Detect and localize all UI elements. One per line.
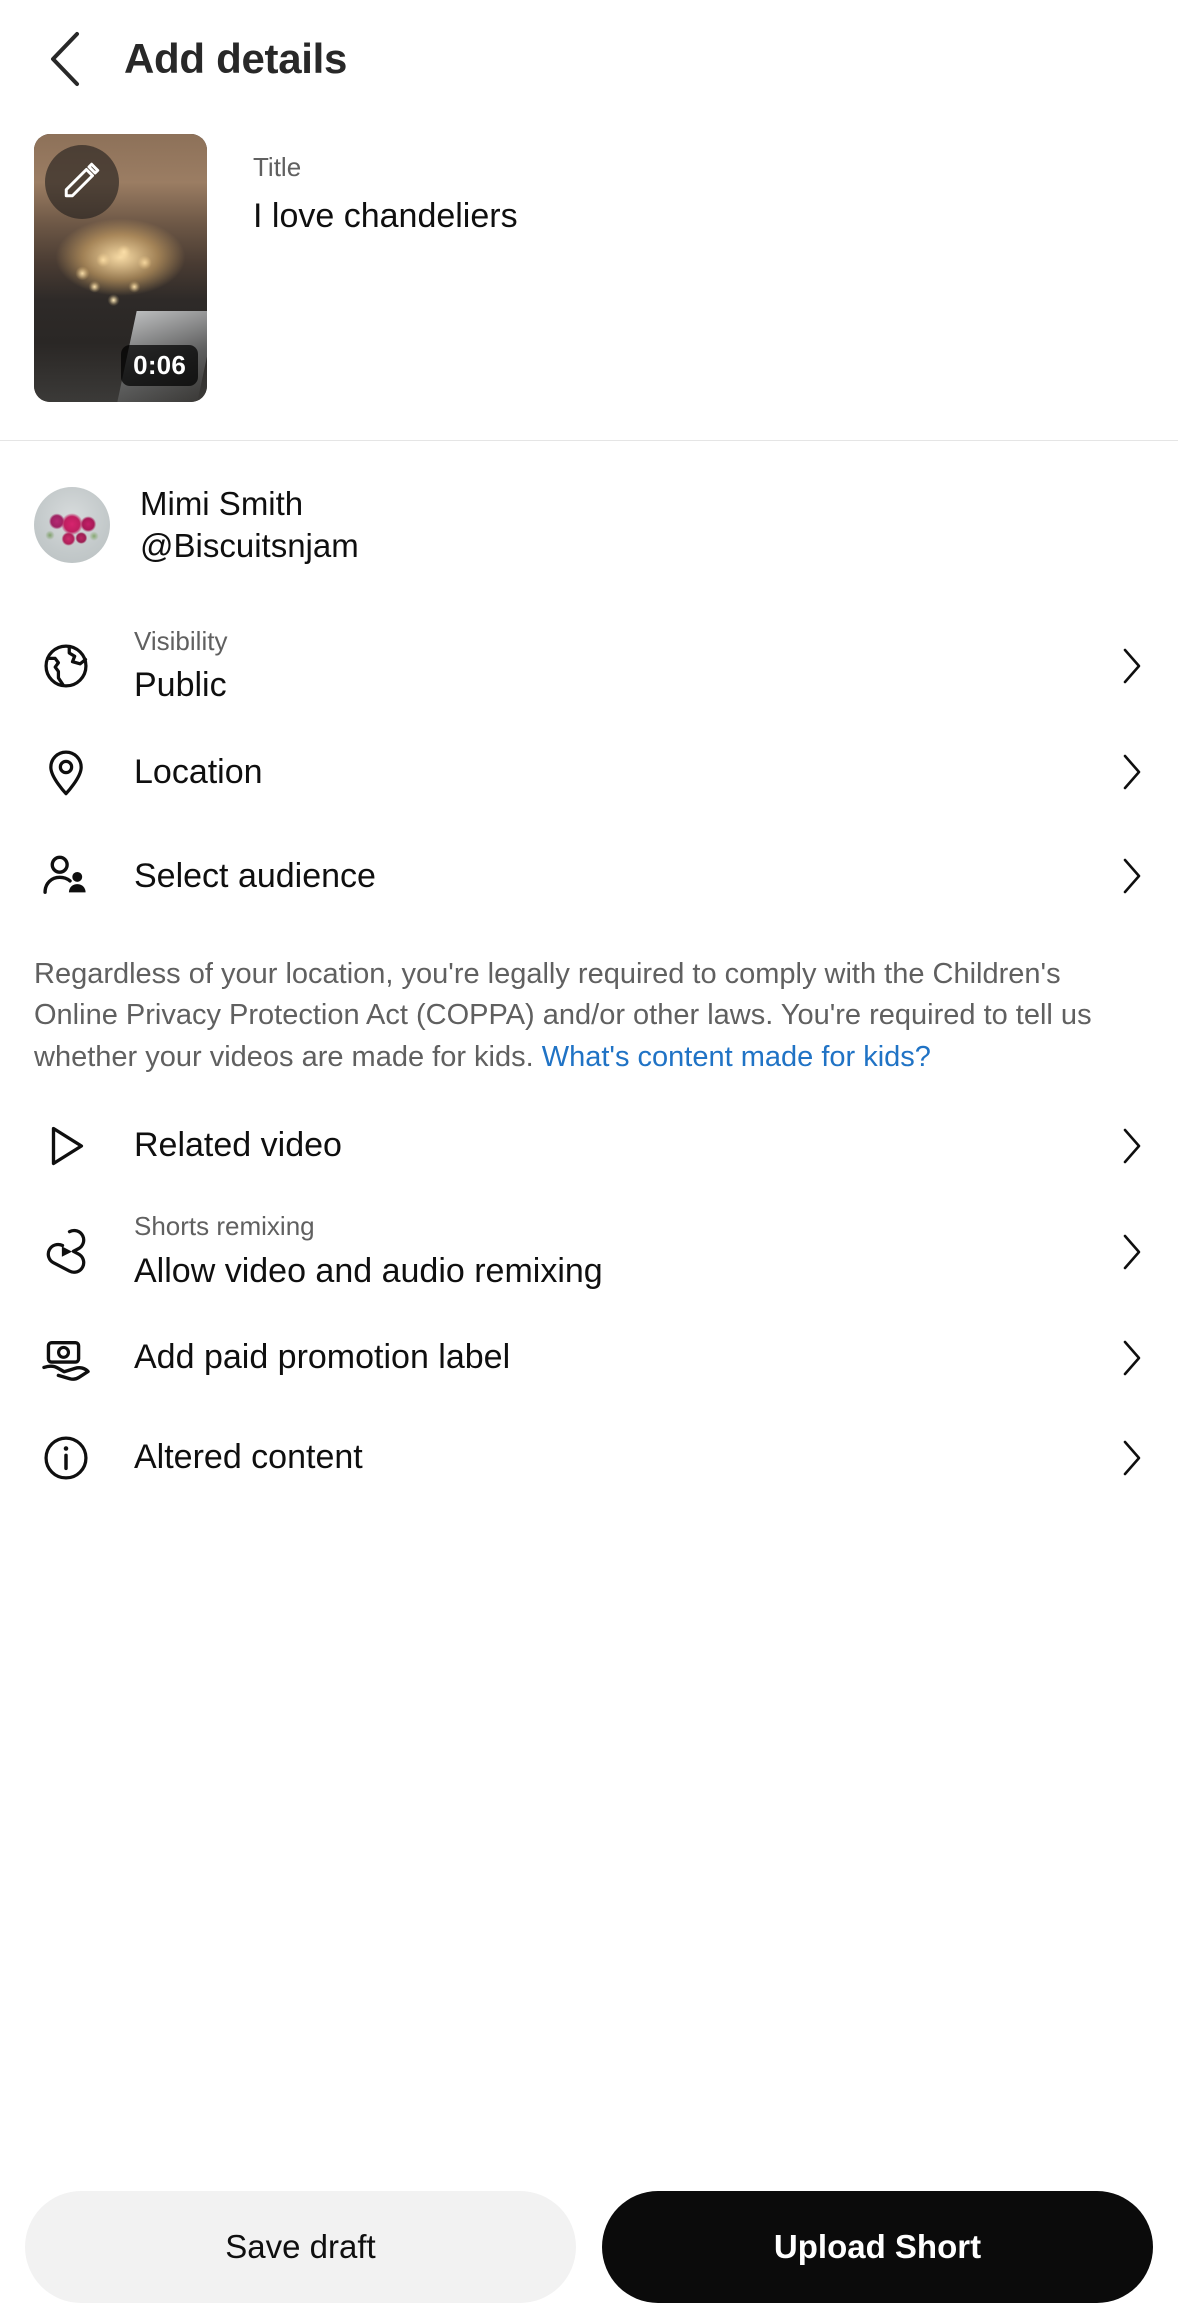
channel-row[interactable]: Mimi Smith @Biscuitsnjam	[0, 441, 1178, 566]
video-details-section: 0:06 Title I love chandeliers	[0, 118, 1178, 402]
option-body: Shorts remixing Allow video and audio re…	[98, 1211, 1104, 1292]
option-row-paid-promotion[interactable]: Add paid promotion label	[0, 1308, 1178, 1408]
chevron-right-icon[interactable]	[1104, 1438, 1144, 1478]
save-draft-button[interactable]: Save draft	[25, 2191, 576, 2303]
shorts-remix-icon	[34, 1226, 98, 1278]
channel-handle: @Biscuitsnjam	[140, 526, 359, 564]
option-body: Location	[98, 751, 1104, 794]
audience-people-icon	[34, 849, 98, 903]
location-pin-icon	[34, 746, 98, 798]
shorts-remixing-label: Shorts remixing	[134, 1211, 315, 1242]
chevron-right-icon[interactable]	[1104, 752, 1144, 792]
channel-info: Mimi Smith @Biscuitsnjam	[140, 483, 359, 566]
page-header: Add details	[0, 0, 1178, 118]
coppa-disclaimer: Regardless of your location, you're lega…	[0, 928, 1178, 1096]
location-label: Location	[134, 752, 263, 791]
option-row-select-audience[interactable]: Select audience	[0, 824, 1178, 928]
visibility-value: Public	[134, 666, 227, 705]
option-row-shorts-remixing[interactable]: Shorts remixing Allow video and audio re…	[0, 1196, 1178, 1308]
info-circle-icon	[34, 1432, 98, 1484]
visibility-label: Visibility	[134, 625, 228, 656]
avatar	[34, 486, 110, 563]
select-audience-label: Select audience	[134, 856, 376, 895]
video-duration-badge: 0:06	[121, 345, 198, 386]
chevron-right-icon[interactable]	[1104, 1338, 1144, 1378]
back-button[interactable]	[34, 28, 96, 90]
option-body: Altered content	[98, 1436, 1104, 1479]
play-triangle-icon	[34, 1121, 98, 1171]
chevron-left-icon	[48, 31, 82, 87]
pencil-icon	[61, 159, 103, 206]
option-row-visibility[interactable]: Visibility Public	[0, 612, 1178, 720]
content-made-for-kids-link[interactable]: What's content made for kids?	[542, 1041, 931, 1073]
video-thumbnail[interactable]: 0:06	[34, 134, 207, 402]
paid-promotion-label: Add paid promotion label	[134, 1338, 511, 1377]
title-label: Title	[253, 152, 302, 182]
option-body: Related video	[98, 1124, 1104, 1167]
video-title-block[interactable]: Title I love chandeliers	[207, 134, 1144, 402]
chevron-right-icon[interactable]	[1104, 646, 1144, 686]
option-body: Add paid promotion label	[98, 1336, 1104, 1379]
chevron-right-icon[interactable]	[1104, 1232, 1144, 1272]
option-row-location[interactable]: Location	[0, 720, 1178, 824]
option-row-altered-content[interactable]: Altered content	[0, 1408, 1178, 1508]
shorts-remixing-value: Allow video and audio remixing	[134, 1251, 603, 1290]
upload-short-button[interactable]: Upload Short	[602, 2191, 1153, 2303]
edit-thumbnail-button[interactable]	[45, 145, 119, 219]
footer-actions: Save draft Upload Short	[0, 2173, 1178, 2321]
channel-name: Mimi Smith	[140, 485, 304, 522]
chevron-right-icon[interactable]	[1104, 1126, 1144, 1166]
related-video-label: Related video	[134, 1126, 342, 1165]
altered-content-label: Altered content	[134, 1438, 363, 1477]
page-title: Add details	[124, 35, 348, 82]
globe-icon	[34, 640, 98, 692]
option-body: Select audience	[98, 855, 1104, 898]
option-body: Visibility Public	[98, 626, 1104, 707]
title-input[interactable]: I love chandeliers	[253, 195, 1144, 238]
chevron-right-icon[interactable]	[1104, 856, 1144, 896]
paid-promotion-icon	[34, 1331, 98, 1385]
option-row-related-video[interactable]: Related video	[0, 1096, 1178, 1196]
